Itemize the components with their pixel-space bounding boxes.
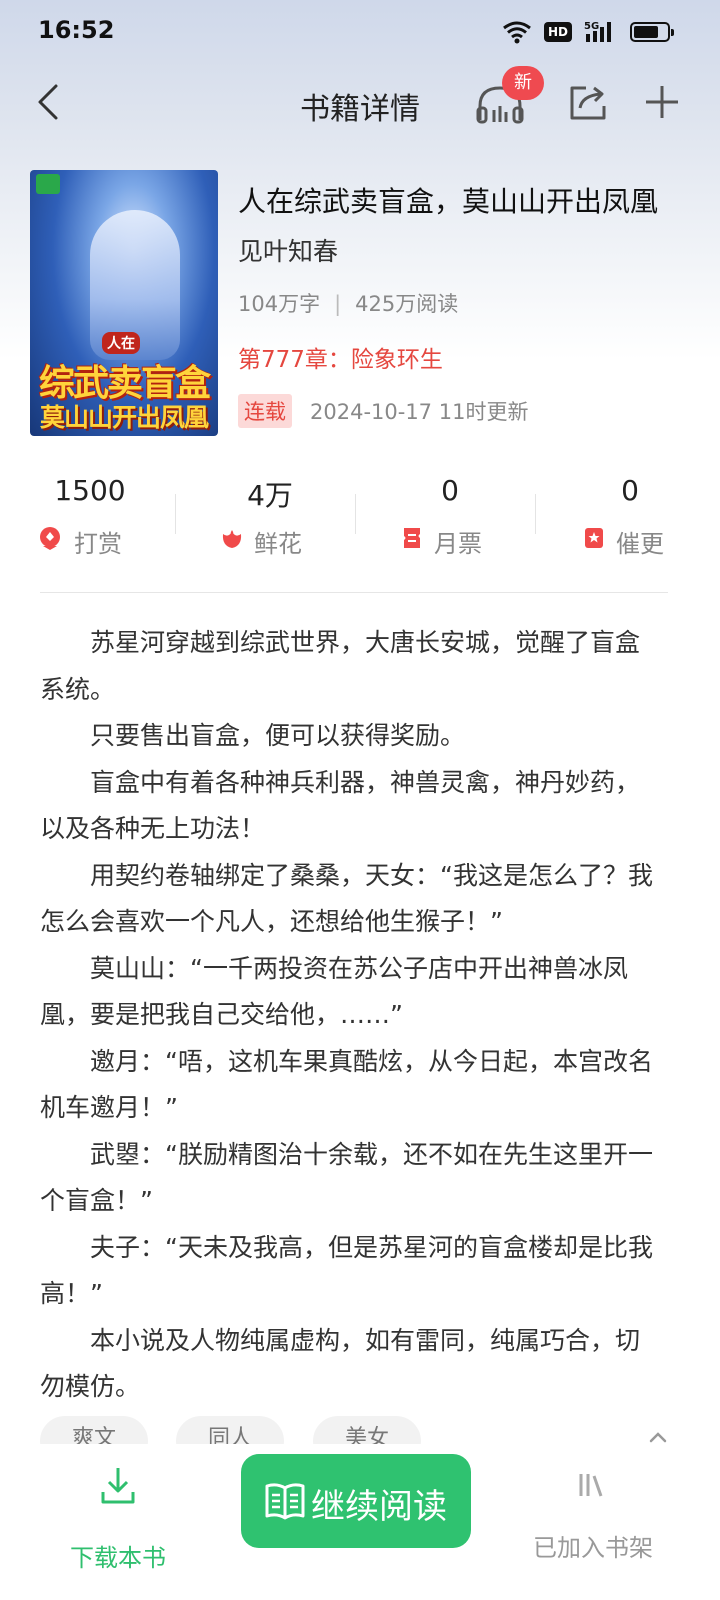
download-button[interactable]: 下载本书: [56, 1466, 180, 1572]
latest-chapter-link[interactable]: 第777章：险象环生: [238, 340, 443, 374]
stat-urge[interactable]: 0 催更: [540, 470, 720, 570]
continue-reading-button[interactable]: 继续阅读: [241, 1454, 471, 1548]
bookshelf-label: 已加入书架: [533, 1534, 653, 1562]
download-label: 下载本书: [70, 1544, 166, 1572]
section-divider: [40, 592, 668, 593]
battery-level: [634, 26, 658, 38]
synopsis-paragraph: 邀月：“唔，这机车果真酷炫，从今日起，本宫改名机车邀月！”: [40, 1046, 653, 1123]
status-time: 16:52: [38, 16, 115, 44]
bookshelf-button[interactable]: 已加入书架: [518, 1466, 668, 1562]
stats-separator: |: [334, 292, 342, 316]
book-open-icon: [265, 1483, 305, 1520]
new-badge: 新: [502, 66, 544, 100]
stat-value: 4万: [247, 479, 293, 512]
bottom-action-bar: 下载本书 继续阅读 已加入书架: [0, 1444, 720, 1600]
stat-ticket[interactable]: 0 月票: [360, 470, 540, 570]
cover-title-line3: 莫山山开出凤凰: [39, 403, 209, 432]
read-count: 425万阅读: [355, 292, 459, 316]
stat-value: 0: [441, 474, 459, 507]
divider: [355, 494, 356, 534]
page-title: 书籍详情: [300, 92, 420, 127]
reward-icon: [40, 527, 60, 550]
stat-label: 催更: [616, 530, 664, 558]
synopsis-paragraph: 莫山山：“一千两投资在苏公子店中开出神兽冰凤凰，要是把我自己交给他，……”: [40, 953, 628, 1030]
synopsis-paragraph: 盲盒中有着各种神兵利器，神兽灵禽，神丹妙药，以及各种无上功法！: [40, 767, 641, 844]
stat-label: 月票: [434, 530, 482, 558]
hd-icon: HD: [543, 22, 572, 42]
plus-icon[interactable]: [640, 80, 684, 124]
urge-icon: [585, 528, 603, 548]
book-synopsis: 苏星河穿越到综武世界，大唐长安城，觉醒了盲盒系统。 只要售出盲盒，便可以获得奖励…: [40, 620, 662, 1411]
stat-label: 打赏: [74, 530, 122, 558]
synopsis-paragraph: 苏星河穿越到综武世界，大唐长安城，觉醒了盲盒系统。: [40, 628, 641, 704]
synopsis-paragraph: 夫子：“天未及我高，但是苏星河的盲盒楼却是比我高！”: [40, 1232, 653, 1309]
stats-row: 1500 打赏 4万 鲜花 0 月票 0 催更: [0, 470, 720, 570]
synopsis-paragraph: 只要售出盲盒，便可以获得奖励。: [90, 721, 466, 750]
chevron-up-icon[interactable]: [648, 1430, 668, 1444]
book-title: 人在综武卖盲盒，莫山山开出凤凰: [238, 185, 659, 218]
cover-title-line1: 人在: [102, 332, 140, 354]
book-author[interactable]: 见叶知春: [238, 232, 338, 268]
book-stats: 104万字 | 425万阅读: [238, 288, 458, 318]
status-icons: HD 5G: [502, 18, 674, 46]
continue-reading-label: 继续阅读: [311, 1487, 447, 1527]
stat-label: 鲜花: [254, 530, 302, 558]
update-time: 2024-10-17 11时更新: [310, 400, 529, 424]
flower-icon: [222, 530, 242, 548]
divider: [535, 494, 536, 534]
synopsis-paragraph: 用契约卷轴绑定了桑桑，天女：“我这是怎么了？我怎么会喜欢一个凡人，还想给他生猴子…: [40, 860, 653, 937]
publisher-logo: [36, 174, 60, 194]
stat-reward[interactable]: 1500 打赏: [0, 470, 180, 570]
bookshelf-icon: [579, 1474, 603, 1497]
status-bar: 16:52 HD 5G: [0, 0, 720, 64]
share-icon[interactable]: [566, 80, 610, 124]
synopsis-paragraph: 武曌：“朕励精图治十余载，还不如在先生这里开一个盲盒！”: [40, 1139, 653, 1216]
book-cover[interactable]: 人在 综武卖盲盒 莫山山开出凤凰: [30, 170, 218, 436]
divider: [175, 494, 176, 534]
signal-icon: 5G: [584, 21, 611, 42]
stat-value: 1500: [54, 474, 126, 507]
download-icon: [101, 1468, 135, 1504]
svg-text:5G: 5G: [584, 21, 599, 32]
ticket-icon: [404, 528, 420, 548]
wifi-icon: [503, 21, 531, 44]
synopsis-paragraph: 本小说及人物纯属虚构，如有雷同，纯属巧合，切勿模仿。: [40, 1325, 641, 1402]
battery-icon: [630, 22, 674, 42]
status-badge: 连载: [238, 394, 292, 428]
stat-value: 0: [621, 474, 639, 507]
word-count: 104万字: [238, 292, 321, 316]
nav-bar: 书籍详情 新: [0, 66, 720, 138]
stat-flower[interactable]: 4万 鲜花: [180, 470, 360, 570]
